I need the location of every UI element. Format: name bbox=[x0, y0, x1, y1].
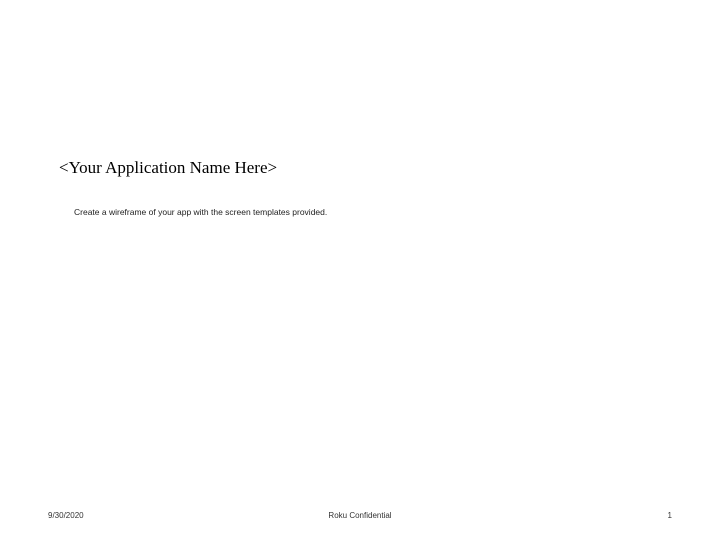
slide-title: <Your Application Name Here> bbox=[59, 158, 277, 178]
footer-confidential: Roku Confidential bbox=[0, 511, 720, 520]
slide-subtitle: Create a wireframe of your app with the … bbox=[74, 207, 327, 217]
footer-page-number: 1 bbox=[668, 511, 672, 520]
slide: <Your Application Name Here> Create a wi… bbox=[0, 0, 720, 540]
